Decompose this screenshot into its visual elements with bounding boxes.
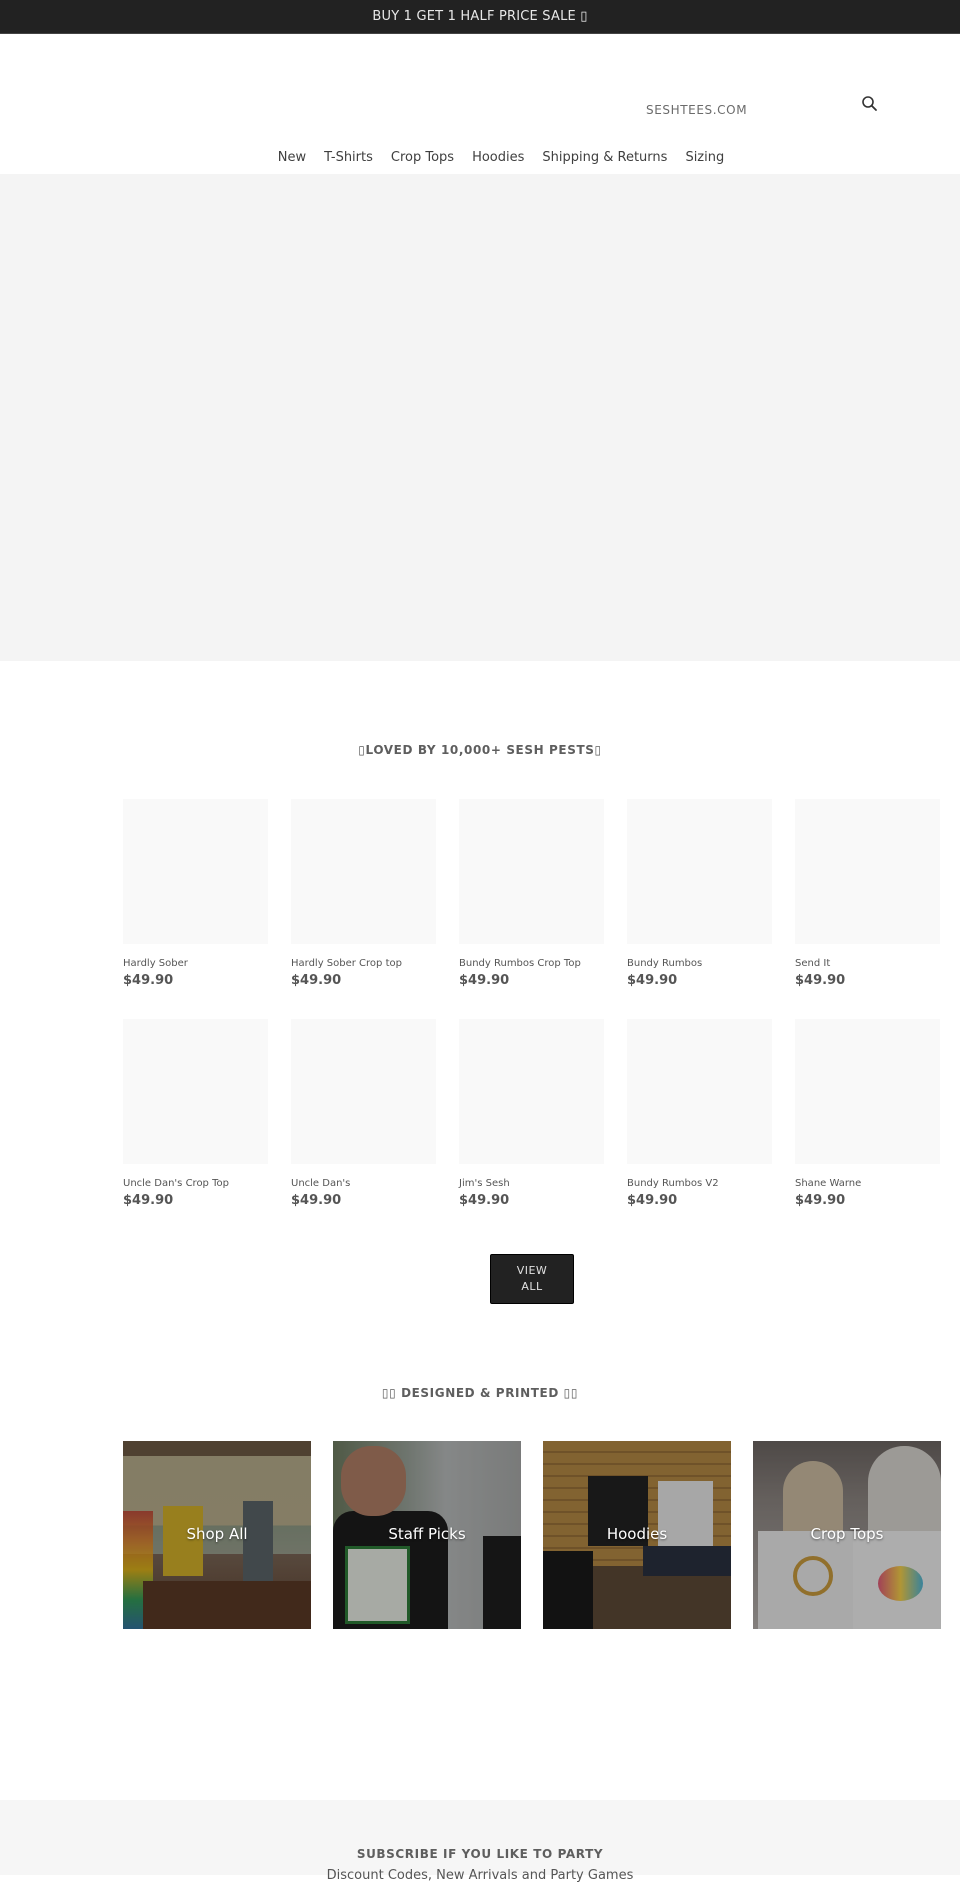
product-price: $49.90	[123, 1193, 174, 1208]
product-card[interactable]: Hardly Sober Crop top $49.90	[291, 799, 436, 988]
product-image[interactable]	[795, 1019, 940, 1164]
product-card[interactable]: Send It $49.90	[795, 799, 940, 988]
product-image[interactable]	[123, 1019, 268, 1164]
nav-crop-tops[interactable]: Crop Tops	[382, 150, 463, 165]
site-header: SESHTEES.COM New T-Shirts Crop Tops Hood…	[0, 34, 960, 174]
product-image[interactable]	[627, 1019, 772, 1164]
collection-tile-crop-tops[interactable]: Crop Tops	[753, 1441, 941, 1629]
product-title[interactable]: Bundy Rumbos Crop Top	[459, 958, 604, 969]
product-card[interactable]: Bundy Rumbos $49.90	[627, 799, 772, 988]
collection-tile-hoodies[interactable]: Hoodies	[543, 1441, 731, 1629]
product-image[interactable]	[291, 799, 436, 944]
product-title[interactable]: Bundy Rumbos	[627, 958, 772, 969]
product-image[interactable]	[123, 799, 268, 944]
product-price: $49.90	[123, 973, 174, 988]
product-card[interactable]: Bundy Rumbos V2 $49.90	[627, 1019, 772, 1208]
featured-title: ▯LOVED BY 10,000+ SESH PESTS▯	[358, 743, 602, 757]
product-grid-row-1: Hardly Sober $49.90 Hardly Sober Crop to…	[123, 799, 960, 988]
collection-tile-staff-picks[interactable]: Staff Picks	[333, 1441, 521, 1629]
product-price: $49.90	[459, 1193, 510, 1208]
collection-label: Hoodies	[606, 1525, 668, 1543]
announcement-bar: BUY 1 GET 1 HALF PRICE SALE ▯	[0, 0, 960, 34]
product-title[interactable]: Hardly Sober	[123, 958, 268, 969]
site-logo[interactable]: SESHTEES.COM	[646, 103, 747, 117]
product-title[interactable]: Send It	[795, 958, 940, 969]
product-title[interactable]: Hardly Sober Crop top	[291, 958, 436, 969]
product-price: $49.90	[627, 973, 678, 988]
product-price: $49.90	[459, 973, 510, 988]
newsletter-subtitle: Discount Codes, New Arrivals and Party G…	[326, 1868, 634, 1883]
product-card[interactable]: Jim's Sesh $49.90	[459, 1019, 604, 1208]
product-title[interactable]: Shane Warne	[795, 1178, 940, 1189]
search-button[interactable]	[860, 94, 880, 114]
collections-title: ▯▯ DESIGNED & PRINTED ▯▯	[381, 1386, 579, 1400]
product-price: $49.90	[795, 1193, 846, 1208]
view-all-label-line-1: VIEW	[516, 1264, 548, 1277]
collection-label: Staff Picks	[388, 1525, 466, 1543]
product-title[interactable]: Bundy Rumbos V2	[627, 1178, 772, 1189]
nav-new[interactable]: New	[269, 150, 315, 165]
hero-banner	[0, 174, 960, 661]
product-card[interactable]: Bundy Rumbos Crop Top $49.90	[459, 799, 604, 988]
product-card[interactable]: Uncle Dan's Crop Top $49.90	[123, 1019, 268, 1208]
view-all-button[interactable]: VIEW ALL	[490, 1254, 574, 1304]
product-image[interactable]	[291, 1019, 436, 1164]
product-grid-row-2: Uncle Dan's Crop Top $49.90 Uncle Dan's …	[123, 1019, 960, 1208]
collection-grid: Shop All Staff Picks Hoodies Crop Tops	[123, 1441, 941, 1629]
product-image[interactable]	[795, 799, 940, 944]
collection-label: Crop Tops	[810, 1525, 884, 1543]
product-image[interactable]	[627, 799, 772, 944]
product-card[interactable]: Uncle Dan's $49.90	[291, 1019, 436, 1208]
product-title[interactable]: Uncle Dan's Crop Top	[123, 1178, 268, 1189]
product-image[interactable]	[459, 1019, 604, 1164]
announcement-text: BUY 1 GET 1 HALF PRICE SALE ▯	[372, 9, 588, 24]
product-price: $49.90	[291, 973, 342, 988]
nav-sizing[interactable]: Sizing	[676, 150, 733, 165]
nav-shipping-returns[interactable]: Shipping & Returns	[533, 150, 676, 165]
product-price: $49.90	[291, 1193, 342, 1208]
collection-label: Shop All	[186, 1525, 248, 1543]
newsletter-section: SUBSCRIBE IF YOU LIKE TO PARTY Discount …	[0, 1800, 960, 1883]
product-price: $49.90	[627, 1193, 678, 1208]
product-title[interactable]: Jim's Sesh	[459, 1178, 604, 1189]
product-title[interactable]: Uncle Dan's	[291, 1178, 436, 1189]
product-card[interactable]: Hardly Sober $49.90	[123, 799, 268, 988]
nav-t-shirts[interactable]: T-Shirts	[315, 150, 382, 165]
newsletter-title: SUBSCRIBE IF YOU LIKE TO PARTY	[356, 1847, 604, 1861]
collection-tile-shop-all[interactable]: Shop All	[123, 1441, 311, 1629]
search-icon	[862, 96, 877, 111]
product-price: $49.90	[795, 973, 846, 988]
product-card[interactable]: Shane Warne $49.90	[795, 1019, 940, 1208]
main-nav: New T-Shirts Crop Tops Hoodies Shipping …	[0, 150, 960, 165]
nav-hoodies[interactable]: Hoodies	[463, 150, 533, 165]
view-all-label-line-2: ALL	[521, 1280, 543, 1293]
product-image[interactable]	[459, 799, 604, 944]
